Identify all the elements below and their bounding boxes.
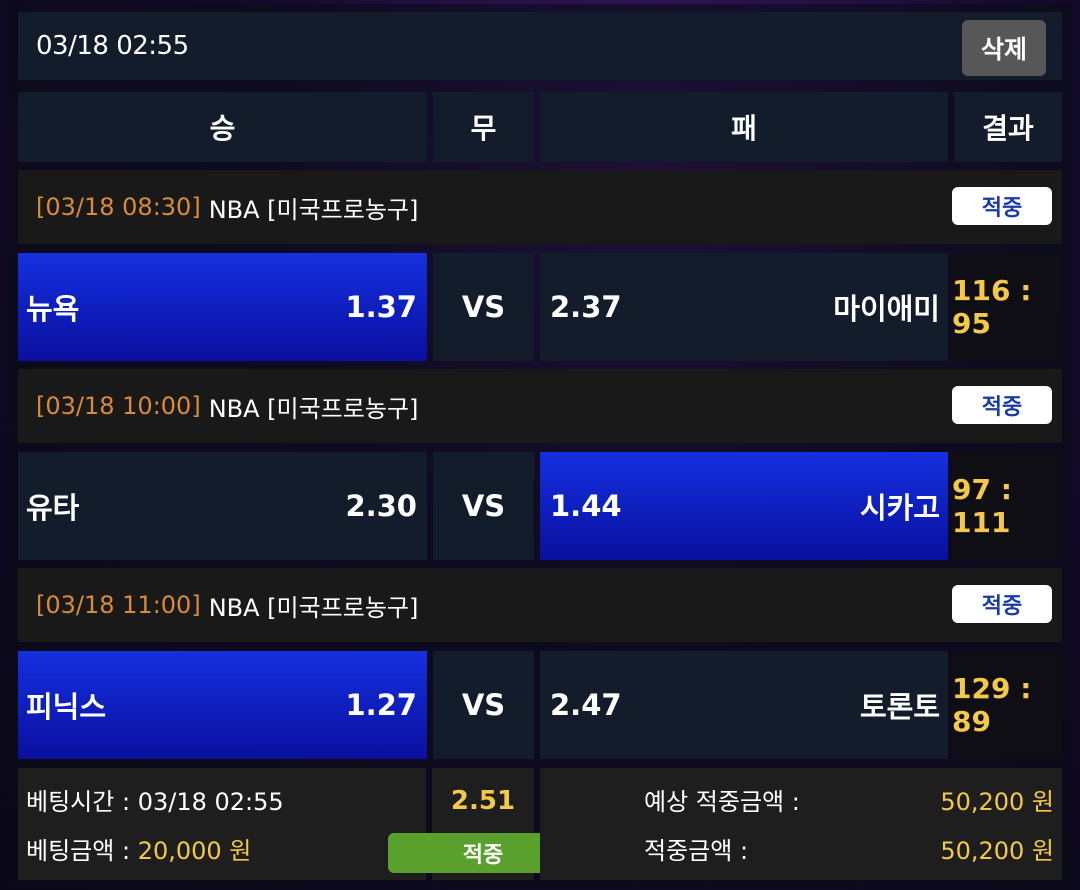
col-win: 승 [18,92,427,162]
game-score: 97 : 111 [952,452,1062,560]
away-odds: 2.37 [550,290,622,324]
away-team: 시카고 [859,491,940,525]
home-pick[interactable]: 뉴욕 1.37 [18,253,427,361]
win-label: 적중금액 : [644,837,749,865]
game-score: 116 : 95 [952,253,1062,361]
summary-left: 베팅시간 : 03/18 02:55 베팅금액 : 20,000 원 [18,768,426,880]
home-odds: 1.37 [345,290,417,324]
game-time: [03/18 10:00] [36,392,201,420]
bet-time: 03/18 02:55 [137,788,284,816]
expected-label: 예상 적중금액 : [644,788,800,816]
col-draw: 무 [433,92,534,162]
game-time: [03/18 08:30] [36,193,201,221]
away-odds: 1.44 [550,489,622,523]
bet-datetime: 03/18 02:55 [36,31,189,61]
expected-amount: 50,200 원 [940,788,1054,816]
away-team: 토론토 [859,690,940,724]
summary-right: 예상 적중금액 : 50,200 원 적중금액 : 50,200 원 [540,768,1062,880]
status-badge: 적중 [952,187,1052,225]
win-amount: 50,200 원 [940,837,1054,865]
away-odds: 2.47 [550,688,622,722]
delete-button[interactable]: 삭제 [962,20,1046,76]
game-league: NBA [미국프로농구] [208,195,419,224]
home-odds: 1.27 [345,688,417,722]
draw-pick[interactable]: VS [433,452,534,560]
draw-pick[interactable]: VS [433,651,534,759]
game-header: [03/18 10:00] NBA [미국프로농구] 적중 [18,369,1062,443]
home-team: 유타 [26,491,80,525]
away-team: 마이애미 [833,292,940,326]
status-badge: 적중 [952,386,1052,424]
status-badge: 적중 [952,585,1052,623]
game-league: NBA [미국프로농구] [208,394,419,423]
away-pick[interactable]: 1.44 시카고 [540,452,948,560]
col-result: 결과 [954,92,1062,162]
game-score: 129 : 89 [952,651,1062,759]
game-header: [03/18 11:00] NBA [미국프로농구] 적중 [18,568,1062,642]
home-team: 피닉스 [26,690,107,724]
draw-pick[interactable]: VS [433,253,534,361]
away-pick[interactable]: 2.37 마이애미 [540,253,948,361]
game-header: [03/18 08:30] NBA [미국프로농구] 적중 [18,170,1062,244]
bet-amount: 20,000 원 [137,837,252,865]
bet-amount-label: 베팅금액 : [26,837,131,865]
home-team: 뉴욕 [26,292,80,326]
home-odds: 2.30 [345,489,417,523]
col-lose: 패 [540,92,948,162]
home-pick[interactable]: 피닉스 1.27 [18,651,427,759]
game-time: [03/18 11:00] [36,591,201,619]
bet-header: 03/18 02:55 [18,12,1062,80]
away-pick[interactable]: 2.47 토론토 [540,651,948,759]
total-odds: 2.51 [450,786,516,816]
home-pick[interactable]: 유타 2.30 [18,452,427,560]
bet-time-label: 베팅시간 : [26,788,131,816]
game-league: NBA [미국프로농구] [208,593,419,622]
